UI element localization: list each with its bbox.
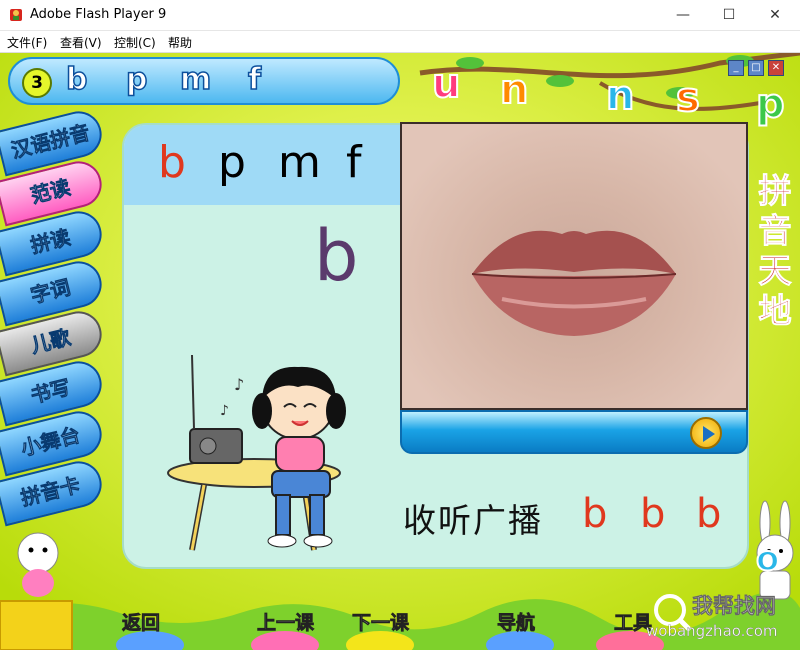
menu-bar: 文件(F) 查看(V) 控制(C) 帮助 <box>0 31 800 53</box>
maximize-button[interactable]: ☐ <box>706 0 752 31</box>
nav-prev-lesson-button[interactable]: 上一课 <box>257 608 315 635</box>
big-letter: b <box>314 215 359 297</box>
card-header-letter-p: p <box>218 137 246 188</box>
lips-video-image <box>471 230 677 336</box>
card-header: b p m f <box>124 125 404 205</box>
flash-minimize-button[interactable]: _ <box>728 60 744 76</box>
deco-letter-u: u <box>431 60 462 108</box>
deco-letter-n2: n <box>605 72 636 120</box>
listen-letter-2[interactable]: b <box>640 491 665 537</box>
watermark-url: wobangzhao.com <box>646 622 778 640</box>
svg-text:♪: ♪ <box>234 375 244 394</box>
lesson-letter-b[interactable]: b <box>65 61 88 98</box>
card-header-letter-m: m <box>278 137 321 188</box>
watermark-text: 我帮找网 <box>692 594 777 619</box>
window-title: Adobe Flash Player 9 <box>30 7 167 22</box>
minimize-button[interactable]: — <box>660 0 706 31</box>
right-title: 拼 音 天 地 <box>755 171 795 331</box>
right-title-char: 音 <box>758 211 792 251</box>
right-title-char: 地 <box>758 291 792 331</box>
menu-file[interactable]: 文件(F) <box>7 34 47 51</box>
nav-next-lesson-button[interactable]: 下一课 <box>352 608 410 635</box>
play-button[interactable] <box>690 417 722 449</box>
right-title-char: 天 <box>758 251 792 291</box>
right-title-char: 拼 <box>758 171 792 211</box>
video-player-bar <box>400 410 748 454</box>
deco-letter-s: s <box>675 74 701 122</box>
lesson-bar: 3 b p m f <box>8 57 400 105</box>
nav-back-button[interactable]: 返回 <box>122 608 161 635</box>
listen-letter-1[interactable]: b <box>582 491 607 537</box>
play-icon <box>703 426 715 442</box>
lesson-letter-m[interactable]: m <box>179 61 212 98</box>
flash-close-button[interactable]: ✕ <box>768 60 784 76</box>
flash-player-icon <box>10 9 22 21</box>
listen-label: 收听广播 <box>403 501 543 540</box>
listen-letter-3[interactable]: b <box>696 491 721 537</box>
menu-view[interactable]: 查看(V) <box>60 34 102 51</box>
deco-letter-o: o <box>755 538 780 580</box>
deco-letter-n: n <box>499 66 530 114</box>
menu-help[interactable]: 帮助 <box>168 34 192 51</box>
window-titlebar: Adobe Flash Player 9 — ☐ ✕ <box>0 0 800 31</box>
nav-navigation-button[interactable]: 导航 <box>497 608 536 635</box>
lesson-letter-p[interactable]: p <box>125 61 148 98</box>
card-header-letter-b: b <box>158 137 186 188</box>
lesson-number: 3 <box>22 68 52 98</box>
girl-radio-illustration: ♪ ♪ <box>167 354 346 551</box>
flash-stage: 3 b p m f u n n s p o _ □ ✕ 拼 音 天 地 汉语拼音… <box>0 53 800 650</box>
card-header-letter-f: f <box>346 137 362 188</box>
svg-text:♪: ♪ <box>220 403 229 419</box>
flash-restore-button[interactable]: □ <box>748 60 764 76</box>
lesson-letter-f[interactable]: f <box>247 61 262 98</box>
close-button[interactable]: ✕ <box>752 0 798 31</box>
menu-control[interactable]: 控制(C) <box>114 34 156 51</box>
deco-letter-p: p <box>755 80 786 128</box>
video-frame[interactable] <box>400 122 748 410</box>
